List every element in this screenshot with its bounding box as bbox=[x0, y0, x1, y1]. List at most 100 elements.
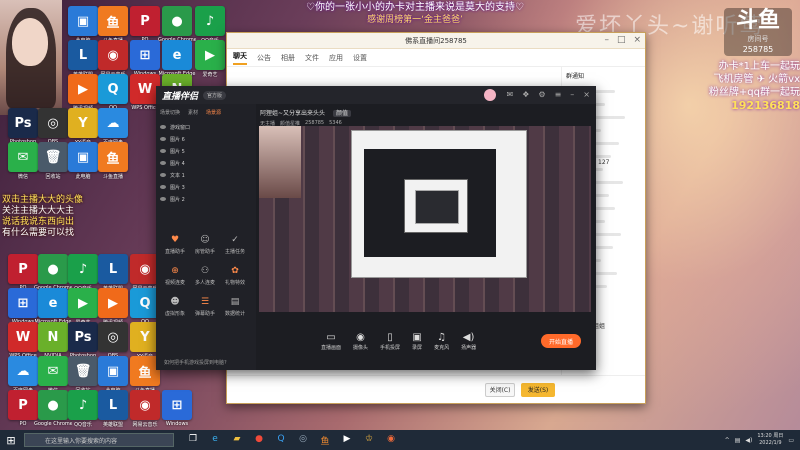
desktop-app-icon[interactable]: ♪ bbox=[68, 390, 98, 420]
desktop-app-icon[interactable]: ▶ bbox=[68, 74, 98, 104]
desktop-app-icon[interactable]: N bbox=[38, 322, 68, 352]
desktop-app-icon[interactable]: L bbox=[68, 40, 98, 70]
taskbar-clock[interactable]: 13:20 周日 2022/1/9 bbox=[757, 433, 783, 447]
desktop-app-icon[interactable]: 🗑 bbox=[68, 356, 98, 386]
menu-icon[interactable]: ≡ bbox=[555, 90, 562, 99]
tool-button[interactable]: ✿ 礼物特效 bbox=[220, 265, 250, 286]
source-item[interactable]: 图片 5 bbox=[156, 145, 256, 157]
desktop-app-icon[interactable]: ▣ bbox=[68, 6, 98, 36]
task-view-icon[interactable]: ❐ bbox=[186, 434, 200, 447]
tool-button[interactable]: ♥ 直播助手 bbox=[160, 234, 190, 255]
taskbar-search-input[interactable]: 在这里输入你要搜索的内容 bbox=[24, 433, 174, 447]
desktop-app-icon[interactable]: W bbox=[8, 322, 38, 352]
desktop-app-icon[interactable]: ♪ bbox=[195, 6, 225, 36]
help-notice[interactable]: 如何把手机游戏投屏到电脑? bbox=[164, 359, 227, 366]
desktop-app-icon[interactable]: Ps bbox=[68, 322, 98, 352]
desktop-app-icon[interactable]: ◎ bbox=[38, 108, 68, 138]
close-button[interactable]: 关闭(C) bbox=[485, 382, 515, 397]
source-item[interactable]: 游戏窗口 bbox=[156, 121, 256, 133]
go-live-button[interactable]: 开始直播 bbox=[541, 334, 581, 348]
source-item[interactable]: 图片 3 bbox=[156, 181, 256, 193]
desktop-app-icon[interactable]: e bbox=[162, 40, 192, 70]
desktop-app-icon[interactable]: P bbox=[8, 254, 38, 284]
chrome-icon[interactable]: ● bbox=[252, 434, 266, 447]
maximize-icon[interactable]: □ bbox=[617, 35, 626, 45]
message-icon[interactable]: ✉ bbox=[507, 90, 514, 99]
desktop-app-icon[interactable]: ● bbox=[38, 254, 68, 284]
edge-icon[interactable]: e bbox=[208, 434, 222, 447]
stream-toolbar-button[interactable]: ♫ 麦克风 bbox=[434, 332, 449, 351]
desktop-app-icon[interactable]: L bbox=[98, 254, 128, 284]
scene-tab[interactable]: 场景源 bbox=[206, 109, 221, 116]
desktop-app-icon[interactable]: ● bbox=[38, 390, 68, 420]
desktop-app-icon[interactable]: P bbox=[130, 6, 160, 36]
tool-button[interactable]: ⊕ 视频连麦 bbox=[160, 265, 190, 286]
douyu-icon[interactable]: 鱼 bbox=[318, 434, 332, 447]
gift-icon[interactable]: ❖ bbox=[522, 90, 529, 99]
desktop-app-icon[interactable]: ☁ bbox=[8, 356, 38, 386]
desktop-app-icon[interactable]: ◎ bbox=[98, 322, 128, 352]
desktop-app-icon[interactable]: ✉ bbox=[38, 356, 68, 386]
send-button[interactable]: 发送(S) bbox=[521, 382, 555, 397]
close-icon[interactable]: × bbox=[583, 90, 590, 99]
chat-tab[interactable]: 设置 bbox=[353, 53, 367, 63]
visibility-icon[interactable] bbox=[160, 149, 166, 153]
desktop-app-icon[interactable]: ◉ bbox=[98, 40, 128, 70]
visibility-icon[interactable] bbox=[160, 185, 166, 189]
desktop-app-icon[interactable]: 鱼 bbox=[98, 6, 128, 36]
tool-button[interactable]: ☺ 房管助手 bbox=[190, 234, 220, 255]
desktop-app-icon[interactable]: ▶ bbox=[195, 40, 225, 70]
desktop-app-icon[interactable]: ✉ bbox=[8, 142, 38, 172]
minimize-icon[interactable]: – bbox=[604, 35, 609, 45]
stream-toolbar-button[interactable]: ◀) 扬声器 bbox=[461, 332, 476, 351]
source-item[interactable]: 文本 1 bbox=[156, 169, 256, 181]
group-notice-header[interactable]: 群通知 bbox=[566, 71, 643, 80]
avatar[interactable] bbox=[484, 89, 496, 101]
room-title[interactable]: 阿狸姐~又分享出来头头 bbox=[260, 110, 325, 117]
stream-preview[interactable] bbox=[259, 126, 591, 312]
minimize-icon[interactable]: – bbox=[570, 90, 574, 99]
settings-icon[interactable]: ⚙ bbox=[538, 90, 545, 99]
visibility-icon[interactable] bbox=[160, 197, 166, 201]
desktop-app-icon[interactable]: Ps bbox=[8, 108, 38, 138]
desktop-app-icon[interactable]: L bbox=[98, 390, 128, 420]
desktop-app-icon[interactable]: ▣ bbox=[68, 142, 98, 172]
stream-toolbar-button[interactable]: ▣ 录屏 bbox=[412, 332, 422, 351]
desktop-app-icon[interactable]: e bbox=[38, 288, 68, 318]
desktop-app-icon[interactable]: 🗑 bbox=[38, 142, 68, 172]
desktop-app-icon[interactable]: ▶ bbox=[68, 288, 98, 318]
source-item[interactable]: 图片 6 bbox=[156, 133, 256, 145]
desktop-app-icon[interactable]: ⊞ bbox=[130, 40, 160, 70]
stream-toolbar-button[interactable]: ◉ 摄像头 bbox=[353, 332, 368, 351]
scene-tab[interactable]: 场景切换 bbox=[160, 109, 180, 116]
tray-expand-icon[interactable]: ^ bbox=[725, 437, 730, 444]
steam-icon[interactable]: ◎ bbox=[296, 434, 310, 447]
desktop-app-icon[interactable]: Y bbox=[68, 108, 98, 138]
record-icon[interactable]: ◉ bbox=[384, 434, 398, 447]
chat-titlebar[interactable]: 佛系直播间258785 – □ × bbox=[227, 33, 645, 49]
chat-tab[interactable]: 文件 bbox=[305, 53, 319, 63]
stream-app-topbar[interactable]: 直播伴侣 官方版 ✉ ❖ ⚙ ≡ – × bbox=[156, 86, 596, 104]
visibility-icon[interactable] bbox=[160, 125, 166, 129]
tool-button[interactable]: ☻ 虚拟形象 bbox=[160, 296, 190, 317]
desktop-app-icon[interactable]: ☁ bbox=[98, 108, 128, 138]
chat-tab[interactable]: 公告 bbox=[257, 53, 271, 63]
desktop-app-icon[interactable]: Q bbox=[98, 74, 128, 104]
desktop-app-icon[interactable]: ● bbox=[162, 6, 192, 36]
visibility-icon[interactable] bbox=[160, 173, 166, 177]
stream-toolbar-button[interactable]: ▯ 手机投屏 bbox=[380, 332, 400, 351]
volume-icon[interactable]: ◀) bbox=[745, 437, 752, 444]
desktop-app-icon[interactable]: ▶ bbox=[98, 288, 128, 318]
notification-icon[interactable]: ▭ bbox=[788, 437, 794, 444]
file-explorer-icon[interactable]: ▰ bbox=[230, 434, 244, 447]
desktop-app-icon[interactable]: 鱼 bbox=[98, 142, 128, 172]
visibility-icon[interactable] bbox=[160, 137, 166, 141]
chat-tab[interactable]: 相册 bbox=[281, 53, 295, 63]
desktop-app-icon[interactable]: ⊞ bbox=[8, 288, 38, 318]
scene-tab[interactable]: 素材 bbox=[188, 109, 198, 116]
stream-toolbar-button[interactable]: ▭ 直播画面 bbox=[321, 332, 341, 351]
close-icon[interactable]: × bbox=[633, 35, 641, 45]
visibility-icon[interactable] bbox=[160, 161, 166, 165]
tool-button[interactable]: ✓ 主播任务 bbox=[220, 234, 250, 255]
stream-companion-window[interactable]: 直播伴侣 官方版 ✉ ❖ ⚙ ≡ – × 场景切换 素材 场景源 游戏窗口 图片 6 图… bbox=[156, 86, 596, 370]
